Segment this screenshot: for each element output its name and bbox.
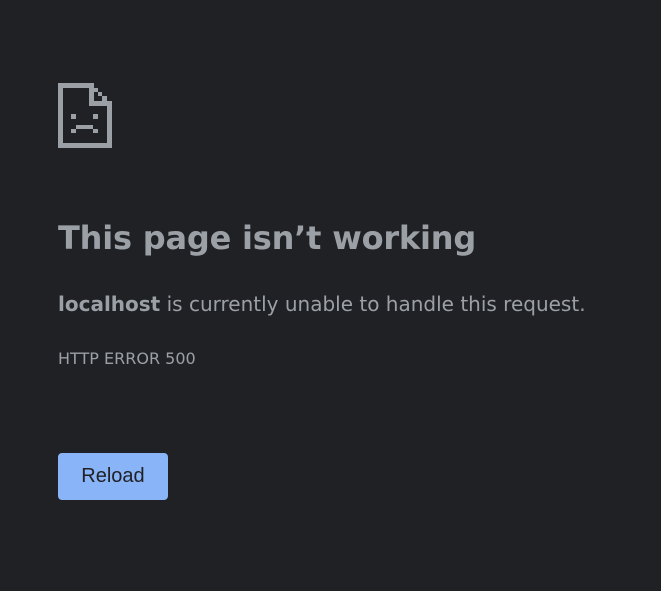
error-message-text: is currently unable to handle this reque… xyxy=(160,292,586,316)
sad-page-icon xyxy=(58,83,112,148)
page-title: This page isn’t working xyxy=(58,219,477,257)
error-host: localhost xyxy=(58,292,161,316)
reload-button[interactable]: Reload xyxy=(58,453,168,500)
error-message: localhost is currently unable to handle … xyxy=(58,292,586,316)
error-code: HTTP ERROR 500 xyxy=(58,349,196,368)
